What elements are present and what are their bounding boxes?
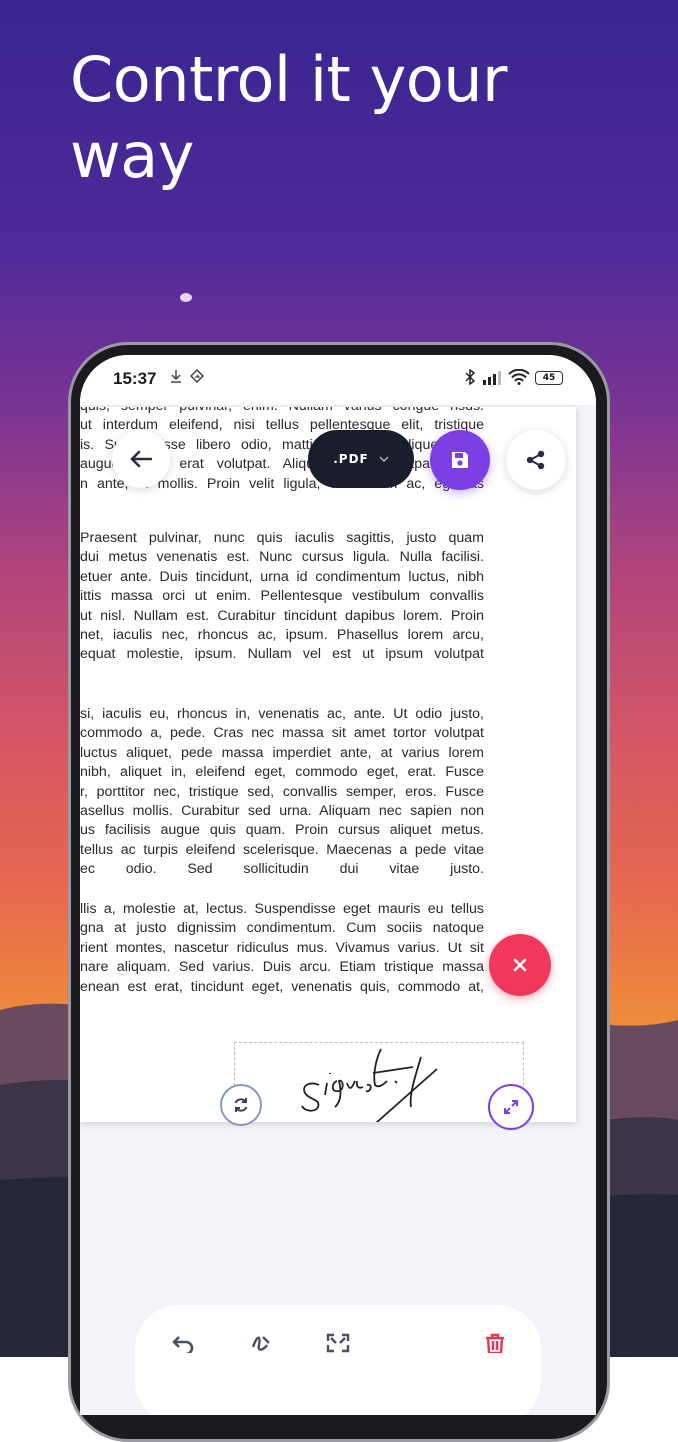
signature-frame[interactable] [234, 1042, 524, 1122]
trash-icon [486, 1333, 504, 1353]
moon-dot [180, 293, 192, 302]
text-line: Praesent pulvinar, nunc quis iaculis sag… [80, 530, 484, 546]
text-line: equat molestie, ipsum. Nullam vel est ut… [80, 646, 484, 663]
close-button[interactable] [489, 934, 551, 996]
fit-screen-button[interactable] [320, 1333, 356, 1363]
text-line: nare aliquam. Sed varius. Duis arcu. Eti… [80, 959, 484, 976]
phone-screen: 15:37 45 quis, semper pulvinar, enim. Nu… [80, 355, 596, 1415]
text-line: r, porttitor nec, tristique sed, convall… [80, 783, 484, 800]
arrow-left-icon [130, 450, 152, 468]
headline: Control it your way [70, 43, 507, 192]
text-line: commodo a, pede. Cras nec massa sit amet… [80, 725, 484, 742]
signature-image [301, 1048, 438, 1122]
text-line: enean est erat, tincidunt eget, venenati… [80, 978, 484, 995]
text-line: llis a, molestie at, lectus. Suspendisse… [80, 901, 484, 917]
download-icon [171, 370, 181, 383]
battery-icon: 45 [535, 371, 563, 385]
signal-icon [483, 371, 501, 385]
text-line: etuer ante. Duis tincidunt, urna id cond… [80, 568, 484, 585]
text-line: rient montes, nascetur ridiculus mus. Vi… [80, 939, 484, 956]
save-button[interactable] [430, 430, 490, 490]
text-line: ut nisl. Nullam est. Curabitur tincidunt… [80, 607, 484, 624]
text-line: nibh, aliquet in, eleifend eget, commodo… [80, 764, 484, 781]
text-line: asellus mollis. Curabitur sed urna. Aliq… [80, 803, 484, 820]
undo-button[interactable] [165, 1333, 201, 1363]
text-line: ec odio. Sed sollicitudin dui vitae just… [80, 861, 484, 878]
text-line: luctus aliquet, pede massa imperdiet ant… [80, 744, 484, 761]
paragraph-2: Praesent pulvinar, nunc quis iaculis sag… [80, 529, 484, 665]
signature-button[interactable] [243, 1333, 279, 1363]
text-line: net, iaculis nec, rhoncus ac, ipsum. Pha… [80, 627, 484, 644]
share-button[interactable] [506, 430, 566, 490]
paragraph-3: si, iaculis eu, rhoncus in, venenatis ac… [80, 705, 484, 880]
text-line: us facilisis augue quis quam. Proin curs… [80, 822, 484, 839]
text-line: dui metus venenatis est. Nunc cursus lig… [80, 549, 484, 566]
resize-handle[interactable] [488, 1084, 534, 1130]
fit-screen-icon [326, 1333, 350, 1353]
undo-icon [172, 1336, 194, 1353]
text-line: quis, semper pulvinar, enim. Nullam vari… [80, 407, 484, 416]
navigation-icon [190, 369, 204, 383]
format-label: .PDF [333, 452, 369, 466]
format-dropdown[interactable]: .PDF [308, 430, 414, 488]
text-line: si, iaculis eu, rhoncus in, venenatis ac… [80, 706, 484, 722]
document-page[interactable]: quis, semper pulvinar, enim. Nullam vari… [80, 407, 576, 1122]
text-line: ittis massa orci ut enim. Pellentesque v… [80, 588, 484, 605]
delete-button[interactable] [477, 1333, 513, 1363]
paragraph-4: llis a, molestie at, lectus. Suspendisse… [80, 900, 484, 997]
back-button[interactable] [112, 430, 170, 488]
status-time: 15:37 [113, 369, 157, 388]
bluetooth-icon [465, 369, 476, 385]
save-icon [452, 452, 468, 468]
status-bar: 15:37 45 [80, 355, 596, 405]
bottom-toolbar [135, 1305, 541, 1415]
expand-icon [504, 1100, 518, 1114]
close-icon [513, 958, 527, 972]
rotate-handle[interactable] [220, 1084, 262, 1126]
share-icon [526, 450, 545, 470]
rotate-icon [234, 1098, 248, 1112]
text-line: tellus ac turpis eleifend scelerisque. M… [80, 841, 484, 858]
signature-icon [251, 1336, 270, 1351]
text-line: gna at justo dignissim condimentum. Cum … [80, 920, 484, 937]
chevron-down-icon [379, 456, 389, 462]
wifi-icon [508, 369, 530, 385]
battery-level: 45 [542, 373, 556, 383]
